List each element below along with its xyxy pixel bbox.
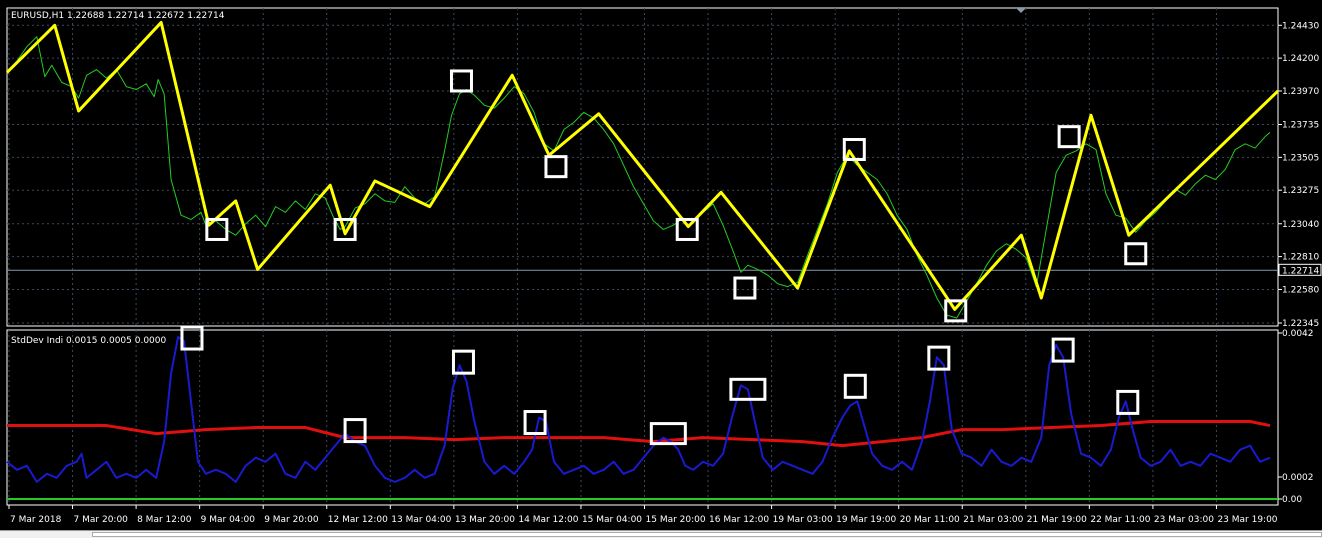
y-tick-label: 1.23970	[1282, 87, 1319, 97]
shift-marker-icon	[1016, 8, 1026, 13]
price-marker	[544, 155, 568, 179]
x-tick-label: 16 Mar 12:00	[709, 515, 769, 525]
x-tick-label: 21 Mar 03:00	[963, 515, 1023, 525]
y-tick-label: 0.0042	[1282, 329, 1314, 339]
scrollbar-thumb[interactable]	[92, 532, 1322, 537]
x-tick-label: 19 Mar 03:00	[773, 515, 833, 525]
indicator-marker	[843, 373, 867, 399]
indicator-panel-frame	[6, 329, 1279, 506]
x-tick-label: 13 Mar 04:00	[391, 515, 451, 525]
indicator-panel-title: StdDev Indi 0.0015 0.0005 0.0000	[11, 336, 167, 346]
x-tick-label: 20 Mar 11:00	[900, 515, 960, 525]
x-tick-label: 23 Mar 03:00	[1154, 515, 1214, 525]
x-tick-label: 9 Mar 20:00	[264, 515, 319, 525]
y-tick-label: 1.22580	[1282, 285, 1319, 295]
price-marker	[1124, 242, 1148, 266]
y-tick-label: 1.24430	[1282, 21, 1319, 31]
y-tick-label: 1.23275	[1282, 186, 1319, 196]
x-tick-label: 9 Mar 04:00	[201, 515, 256, 525]
x-tick-label: 13 Mar 20:00	[455, 515, 515, 525]
zigzag-line	[5, 20, 1279, 311]
chart-canvas[interactable]: 7 Mar 2018 7 Mar 20:00 8 Mar 12:00 9 Mar 04…	[0, 0, 1322, 530]
y-tick-label: 1.23735	[1282, 121, 1319, 131]
x-tick-label: 8 Mar 12:00	[137, 515, 192, 525]
price-marker	[1057, 125, 1081, 149]
y-tick-label: 1.22345	[1282, 319, 1319, 329]
y-tick-label: 0.00	[1282, 495, 1302, 505]
stddev-line	[6, 336, 1271, 483]
current-price-label: 1.22714	[1282, 266, 1319, 276]
x-tick-label: 19 Mar 19:00	[836, 515, 896, 525]
price-marker	[449, 69, 473, 93]
indicator-marker	[451, 349, 475, 375]
x-tick-label: 12 Mar 12:00	[328, 515, 388, 525]
x-tick-label: 7 Mar 20:00	[74, 515, 129, 525]
y-tick-label: 0.0002	[1282, 473, 1314, 483]
y-tick-label: 1.23040	[1282, 220, 1319, 230]
x-tick-label: 15 Mar 04:00	[582, 515, 642, 525]
price-panel-title: EURUSD,H1 1.22688 1.22714 1.22672 1.2271…	[11, 11, 225, 21]
x-tick-label: 22 Mar 11:00	[1090, 515, 1150, 525]
x-tick-label: 15 Mar 20:00	[646, 515, 706, 525]
price-marker	[733, 276, 757, 300]
x-tick-label: 7 Mar 2018	[10, 515, 62, 525]
y-tick-label: 1.24200	[1282, 54, 1319, 64]
x-tick-label: 21 Mar 19:00	[1027, 515, 1087, 525]
y-tick-label: 1.23505	[1282, 153, 1319, 163]
y-tick-label: 1.22810	[1282, 253, 1319, 263]
x-tick-label: 23 Mar 19:00	[1217, 515, 1277, 525]
indicator-marker	[523, 410, 547, 436]
x-tick-label: 14 Mar 12:00	[518, 515, 578, 525]
